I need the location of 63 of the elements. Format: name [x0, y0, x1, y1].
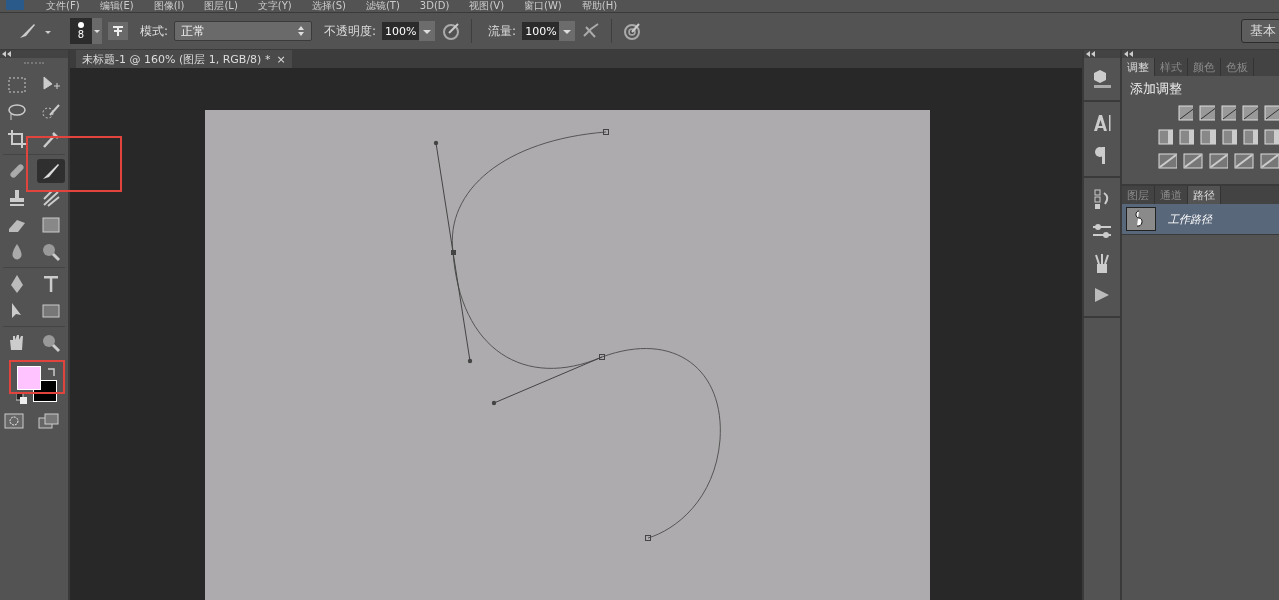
menu-item[interactable]: 选择(S) [311, 0, 346, 12]
document-tab[interactable]: 未标题-1 @ 160% (图层 1, RGB/8) * × [76, 50, 292, 68]
flow-field[interactable]: 100% [522, 22, 560, 40]
swap-colors-icon[interactable] [46, 366, 58, 378]
anchor-point [645, 535, 651, 541]
adjustment-icon[interactable] [1178, 104, 1194, 122]
adjustment-icon[interactable] [1199, 104, 1215, 122]
adjustment-icon[interactable] [1208, 152, 1229, 170]
character-panel-icon[interactable] [1091, 112, 1113, 134]
menu-item[interactable]: 帮助(H) [581, 0, 618, 12]
caret-icon[interactable] [419, 21, 436, 41]
adjustment-icon[interactable] [1263, 128, 1279, 146]
brush-tip-icon [78, 22, 84, 28]
path-thumbnail-icon [1126, 207, 1156, 231]
brush-panel-icon[interactable] [108, 22, 128, 40]
brush-preset-picker[interactable]: 8 [70, 18, 92, 44]
adjustment-icon[interactable] [1158, 128, 1174, 146]
adjustment-icon[interactable] [1200, 128, 1216, 146]
path-list-item[interactable]: 工作路径 [1122, 204, 1279, 235]
stepper-arrows-icon [297, 25, 306, 37]
adjustment-icon[interactable] [1234, 152, 1254, 170]
close-tab-button[interactable]: × [276, 52, 286, 66]
opacity-label: 不透明度: [324, 22, 377, 40]
pressure-size-icon[interactable] [622, 21, 643, 41]
brush-tool-icon[interactable] [37, 159, 65, 183]
menu-item[interactable]: 滤镜(T) [365, 0, 400, 12]
adjustment-icon[interactable] [1242, 104, 1258, 122]
menu-item[interactable]: 3D(D) [419, 0, 450, 12]
flow-label: 流量: [488, 22, 517, 40]
default-colors-icon[interactable] [16, 393, 27, 404]
anchor-point [451, 250, 456, 255]
mode-label: 模式: [140, 22, 169, 40]
menu-item[interactable]: 图像(I) [153, 0, 185, 12]
adjustment-icon[interactable] [1179, 128, 1195, 146]
anchor-point [603, 129, 609, 135]
menu-item[interactable]: 文件(F) [46, 0, 80, 12]
workspace-button[interactable]: 基本 [1241, 19, 1279, 43]
foreground-color-swatch[interactable] [17, 366, 41, 390]
panel-heading: 添加调整 [1130, 80, 1183, 98]
grip-icon[interactable] [24, 62, 44, 67]
menu-item[interactable]: 文字(Y) [257, 0, 292, 12]
caret-icon[interactable] [559, 21, 576, 41]
menu-item[interactable]: 编辑(E) [99, 0, 134, 12]
path-name: 工作路径 [1168, 211, 1212, 227]
adjustment-icon[interactable] [1220, 104, 1237, 122]
menu-item[interactable]: 视图(V) [469, 0, 505, 12]
adjustment-icon[interactable] [1259, 152, 1279, 170]
opacity-field[interactable]: 100% [382, 22, 420, 40]
adjustment-icon[interactable] [1158, 152, 1178, 170]
3d-panel-icon[interactable] [1091, 68, 1113, 90]
menu-item[interactable]: 图层(L) [204, 0, 238, 12]
anchor-point [599, 354, 605, 360]
caret-icon[interactable] [92, 18, 102, 44]
panel-tab[interactable]: 调整 [1122, 58, 1155, 76]
adjustment-icon[interactable] [1221, 128, 1237, 146]
adjustment-icon[interactable] [1183, 152, 1203, 170]
panel-tab[interactable]: 路径 [1188, 186, 1221, 204]
highlight-frame [9, 360, 65, 394]
menu-item[interactable]: 窗口(W) [524, 0, 562, 12]
adjustment-icon[interactable] [1242, 128, 1258, 146]
adjustment-icon[interactable] [1263, 104, 1279, 122]
mode-dropdown[interactable]: 正常 [174, 21, 313, 41]
pressure-opacity-icon[interactable] [441, 21, 462, 41]
